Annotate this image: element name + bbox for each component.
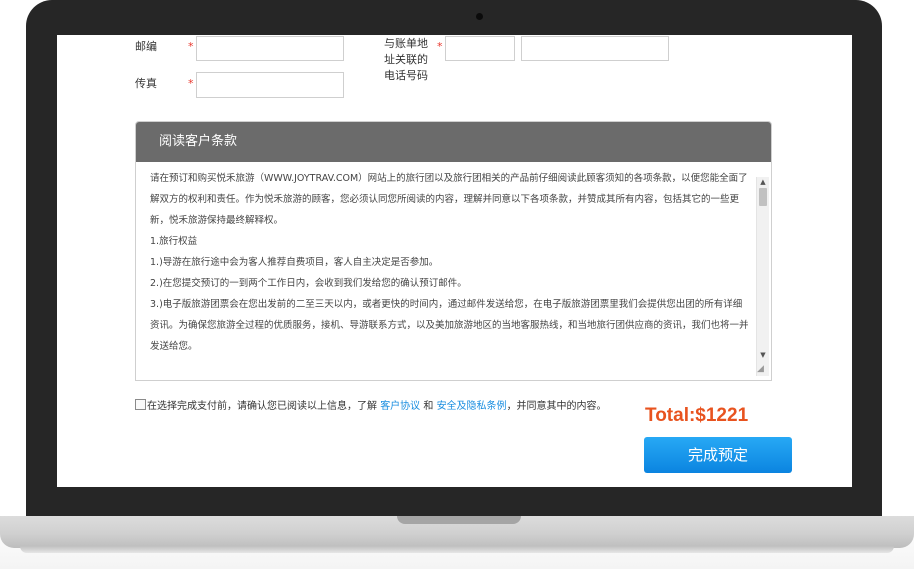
customer-agreement-link[interactable]: 客户协议 xyxy=(380,401,420,412)
fax-label: 传真 xyxy=(135,77,157,90)
screen: 邮编 * 传真 * 与账单地 址关联的 电话号码 * 阅读客户条款 请在预订和购… xyxy=(57,35,852,487)
billing-phone-label-line3: 电话号码 xyxy=(384,69,428,82)
billing-phone-label: 与账单地 址关联的 电话号码 xyxy=(384,36,428,84)
agreement-prefix: 在选择完成支付前，请确认您已阅读以上信息，了解 xyxy=(147,401,377,412)
total-price: Total:$1221 xyxy=(645,405,749,426)
terms-title: 阅读客户条款 xyxy=(136,122,771,162)
laptop-base-edge xyxy=(20,546,894,553)
camera-icon xyxy=(476,13,483,20)
billing-phone-label-line1: 与账单地 xyxy=(384,37,428,50)
resize-grip-icon[interactable]: ◢ xyxy=(757,364,764,374)
scroll-up-icon[interactable]: ▲ xyxy=(757,177,769,187)
billing-phone-label-line2: 址关联的 xyxy=(384,53,428,66)
terms-paragraph: 1.)导游在旅行途中会为客人推荐自费项目，客人自主决定是否参加。 xyxy=(150,257,439,268)
terms-scrollbar[interactable]: ▲ ▼ xyxy=(756,177,769,376)
terms-paragraph: 请在预订和购买悦禾旅游（WWW.JOYTRAV.COM）网站上的旅行团以及旅行团… xyxy=(150,173,748,226)
agreement-row: 在选择完成支付前，请确认您已阅读以上信息，了解 客户协议 和 安全及隐私条例，并… xyxy=(135,399,607,414)
billing-phone-required-mark: * xyxy=(437,40,443,53)
terms-textarea[interactable]: 请在预订和购买悦禾旅游（WWW.JOYTRAV.COM）网站上的旅行团以及旅行团… xyxy=(136,162,771,380)
postcode-required-mark: * xyxy=(188,40,194,53)
terms-panel: 阅读客户条款 请在预订和购买悦禾旅游（WWW.JOYTRAV.COM）网站上的旅… xyxy=(135,121,772,381)
agreement-suffix: ，并同意其中的内容。 xyxy=(506,401,607,412)
terms-content: 请在预订和购买悦禾旅游（WWW.JOYTRAV.COM）网站上的旅行团以及旅行团… xyxy=(150,168,750,357)
scroll-down-icon[interactable]: ▼ xyxy=(757,350,769,360)
terms-paragraph: 2.)在您提交预订的一到两个工作日内，会收到我们发给您的确认预订邮件。 xyxy=(150,278,467,289)
terms-paragraph: 3.)电子版旅游团票会在您出发前的二至三天以内，或者更快的时间内，通过邮件发送给… xyxy=(150,299,749,352)
privacy-policy-link[interactable]: 安全及隐私条例 xyxy=(437,401,507,412)
fax-required-mark: * xyxy=(188,77,194,90)
terms-paragraph: 1.旅行权益 xyxy=(150,236,198,247)
laptop-notch xyxy=(397,516,521,524)
scrollbar-thumb[interactable] xyxy=(759,188,767,206)
agreement-and: 和 xyxy=(423,401,434,412)
complete-booking-button[interactable]: 完成预定 xyxy=(644,437,792,473)
phone-area-code-input[interactable] xyxy=(445,36,515,61)
postcode-input[interactable] xyxy=(196,36,344,61)
fax-input[interactable] xyxy=(196,72,344,98)
phone-number-input[interactable] xyxy=(521,36,669,61)
postcode-label: 邮编 xyxy=(135,40,157,53)
agree-checkbox[interactable] xyxy=(135,399,146,410)
